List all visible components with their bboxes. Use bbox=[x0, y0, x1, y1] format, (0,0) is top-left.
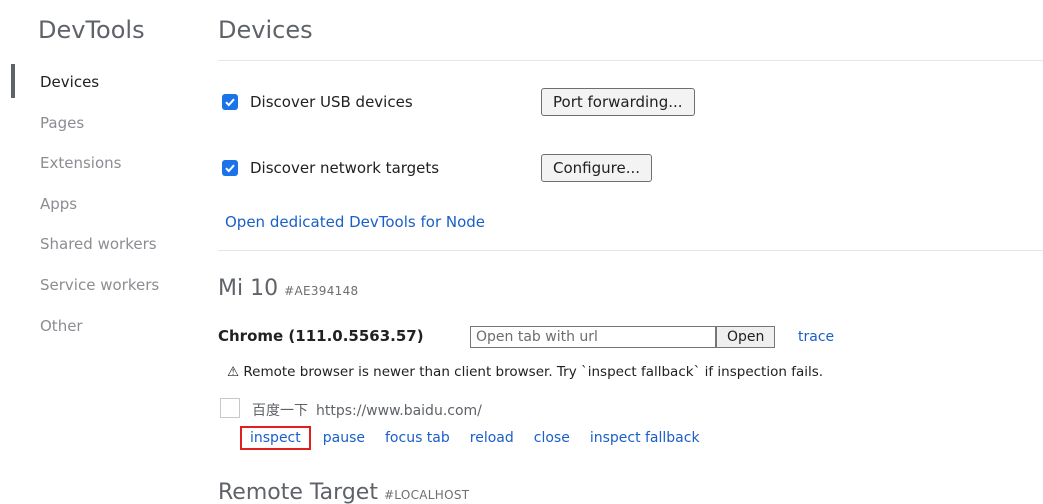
sidebar-item-shared-workers[interactable]: Shared workers bbox=[40, 235, 157, 253]
open-tab-button[interactable]: Open bbox=[716, 326, 776, 348]
configure-button[interactable]: Configure... bbox=[541, 154, 653, 182]
open-node-devtools-link[interactable]: Open dedicated DevTools for Node bbox=[225, 213, 485, 231]
page-title: Devices bbox=[218, 16, 313, 44]
discover-network-label: Discover network targets bbox=[250, 159, 440, 177]
selected-nav-marker bbox=[11, 64, 15, 98]
sidebar-item-other[interactable]: Other bbox=[40, 317, 83, 335]
reload-link[interactable]: reload bbox=[470, 430, 514, 446]
target-item: 百度一下 https://www.baidu.com/ bbox=[252, 400, 482, 420]
target-actions: inspect pause focus tab reload close ins… bbox=[240, 426, 720, 450]
inspect-fallback-link[interactable]: inspect fallback bbox=[590, 430, 700, 446]
sidebar-item-pages[interactable]: Pages bbox=[40, 114, 84, 132]
target-url: https://www.baidu.com/ bbox=[316, 403, 482, 419]
discover-usb-checkbox[interactable] bbox=[222, 94, 238, 110]
discover-network-row: Discover network targets bbox=[222, 159, 439, 177]
sidebar-item-apps[interactable]: Apps bbox=[40, 195, 77, 213]
page-favicon bbox=[220, 398, 240, 418]
version-warning: ⚠ Remote browser is newer than client br… bbox=[227, 364, 823, 380]
sidebar-title: DevTools bbox=[38, 16, 145, 44]
port-forwarding-button[interactable]: Port forwarding... bbox=[541, 88, 695, 116]
open-tab-url-input[interactable] bbox=[470, 326, 716, 348]
remote-target-header: Remote Target #LOCALHOST bbox=[218, 480, 469, 504]
browser-name: Chrome (111.0.5563.57) bbox=[218, 327, 424, 345]
focus-tab-link[interactable]: focus tab bbox=[385, 430, 450, 446]
sidebar-item-devices[interactable]: Devices bbox=[40, 73, 99, 91]
sidebar-item-extensions[interactable]: Extensions bbox=[40, 154, 121, 172]
device-name: Mi 10 bbox=[218, 276, 279, 301]
header-divider bbox=[218, 60, 1043, 61]
target-title: 百度一下 bbox=[252, 403, 308, 419]
checkmark-icon bbox=[225, 98, 235, 107]
discover-network-checkbox[interactable] bbox=[222, 160, 238, 176]
discover-usb-label: Discover USB devices bbox=[250, 93, 413, 111]
section-divider bbox=[218, 250, 1043, 251]
warning-message: ⚠ Remote browser is newer than client br… bbox=[227, 364, 824, 380]
discover-usb-row: Discover USB devices bbox=[222, 93, 413, 111]
pause-link[interactable]: pause bbox=[323, 430, 365, 446]
remote-target-title: Remote Target bbox=[218, 480, 378, 504]
remote-target-host: #LOCALHOST bbox=[383, 488, 470, 502]
close-link[interactable]: close bbox=[534, 430, 570, 446]
checkmark-icon bbox=[225, 164, 235, 173]
trace-link[interactable]: trace bbox=[798, 329, 834, 345]
device-serial: #AE394148 bbox=[284, 284, 359, 298]
devtools-inspect-page: DevTools Devices Pages Extensions Apps S… bbox=[0, 0, 1043, 504]
sidebar-item-service-workers[interactable]: Service workers bbox=[40, 276, 159, 294]
device-header: Mi 10 #AE394148 bbox=[218, 276, 358, 301]
inspect-link[interactable]: inspect bbox=[240, 426, 311, 450]
